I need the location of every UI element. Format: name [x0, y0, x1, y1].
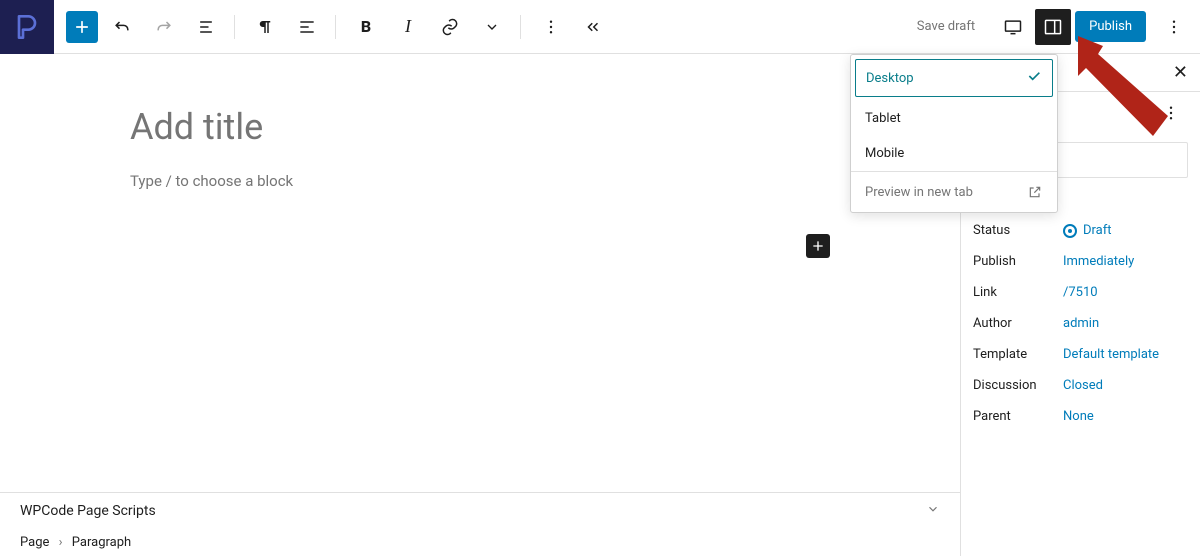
- sidebar-options-button[interactable]: [1154, 96, 1188, 134]
- link-label: Link: [973, 285, 1063, 300]
- status-value[interactable]: Draft: [1063, 223, 1112, 238]
- post-title-input[interactable]: Add title: [130, 106, 960, 148]
- inline-inserter-button[interactable]: [806, 234, 830, 258]
- editor-options-button[interactable]: [1156, 9, 1192, 45]
- toolbar-separator: [520, 15, 521, 39]
- sidebar-row-parent: Parent None: [961, 401, 1200, 432]
- paragraph-block-button[interactable]: [247, 9, 283, 45]
- toolbar-right: Save draft Publish: [907, 9, 1200, 45]
- link-value[interactable]: /7510: [1063, 285, 1098, 300]
- preview-button[interactable]: [995, 9, 1031, 45]
- author-value[interactable]: admin: [1063, 316, 1099, 331]
- parent-value[interactable]: None: [1063, 409, 1094, 424]
- discussion-label: Discussion: [973, 378, 1063, 393]
- link-button[interactable]: [432, 9, 468, 45]
- status-draft-icon: [1063, 224, 1077, 238]
- status-label: Status: [973, 223, 1063, 238]
- sidebar-row-publish: Publish Immediately: [961, 246, 1200, 277]
- document-overview-button[interactable]: [188, 9, 224, 45]
- more-rich-text-button[interactable]: [474, 9, 510, 45]
- template-value[interactable]: Default template: [1063, 347, 1159, 362]
- preview-dropdown: Desktop Tablet Mobile Preview in new tab: [850, 54, 1058, 213]
- breadcrumb-page[interactable]: Page: [20, 535, 49, 550]
- save-draft-button[interactable]: Save draft: [907, 19, 985, 34]
- discussion-value[interactable]: Closed: [1063, 378, 1103, 393]
- settings-toggle-button[interactable]: [1035, 9, 1071, 45]
- site-logo[interactable]: [0, 0, 54, 54]
- block-placeholder[interactable]: Type / to choose a block: [130, 172, 960, 190]
- preview-option-desktop[interactable]: Desktop: [855, 59, 1053, 97]
- author-label: Author: [973, 316, 1063, 331]
- redo-button[interactable]: [146, 9, 182, 45]
- wpcode-panel[interactable]: WPCode Page Scripts: [0, 492, 960, 529]
- check-icon: [1026, 68, 1042, 88]
- sidebar-row-author: Author admin: [961, 308, 1200, 339]
- align-button[interactable]: [289, 9, 325, 45]
- options-button[interactable]: [533, 9, 569, 45]
- sidebar-row-discussion: Discussion Closed: [961, 370, 1200, 401]
- sidebar-row-status: Status Draft: [961, 215, 1200, 246]
- top-toolbar: B I Save draft Publish: [0, 0, 1200, 54]
- publish-value[interactable]: Immediately: [1063, 254, 1134, 269]
- bold-button[interactable]: B: [348, 9, 384, 45]
- sidebar-row-template: Template Default template: [961, 339, 1200, 370]
- preview-option-mobile[interactable]: Mobile: [851, 136, 1057, 171]
- editor-canvas[interactable]: Add title Type / to choose a block: [0, 54, 960, 492]
- preview-new-tab-button[interactable]: Preview in new tab: [851, 172, 1057, 212]
- sidebar-row-link: Link /7510: [961, 277, 1200, 308]
- toolbar-separator: [335, 15, 336, 39]
- undo-button[interactable]: [104, 9, 140, 45]
- breadcrumb-separator: ›: [59, 535, 63, 550]
- close-sidebar-button[interactable]: ✕: [1173, 62, 1188, 83]
- collapse-toolbar-button[interactable]: [575, 9, 611, 45]
- preview-option-tablet[interactable]: Tablet: [851, 101, 1057, 136]
- breadcrumb-paragraph[interactable]: Paragraph: [72, 535, 131, 550]
- editor-canvas-column: Add title Type / to choose a block WPCod…: [0, 54, 960, 556]
- block-inserter-button[interactable]: [66, 11, 98, 43]
- italic-button[interactable]: I: [390, 9, 426, 45]
- chevron-down-icon[interactable]: [926, 502, 940, 520]
- publish-label: Publish: [973, 254, 1063, 269]
- publish-button[interactable]: Publish: [1075, 11, 1146, 42]
- template-label: Template: [973, 347, 1063, 362]
- toolbar-separator: [234, 15, 235, 39]
- wpcode-panel-title: WPCode Page Scripts: [20, 503, 156, 519]
- parent-label: Parent: [973, 409, 1063, 424]
- block-breadcrumbs: Page › Paragraph: [0, 529, 960, 556]
